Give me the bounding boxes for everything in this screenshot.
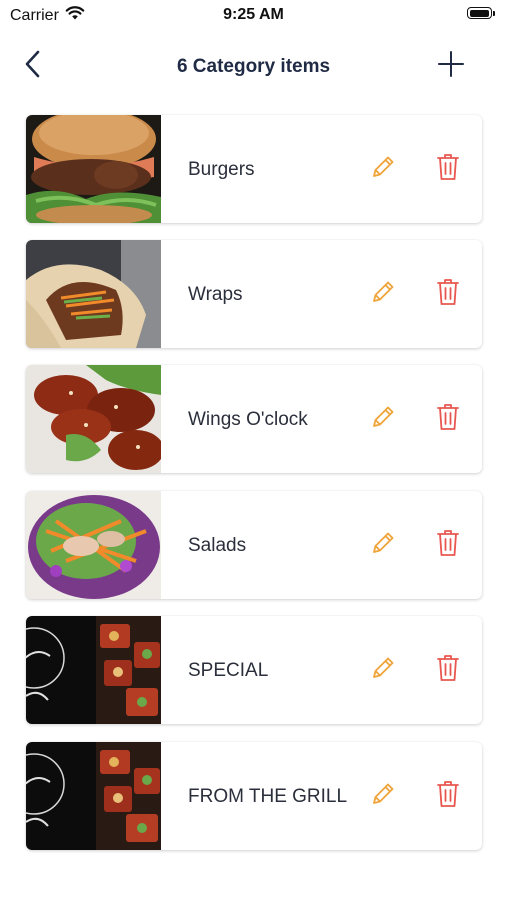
special-photo bbox=[26, 616, 161, 724]
status-bar: Carrier 9:25 AM bbox=[0, 0, 507, 32]
pencil-icon bbox=[370, 530, 396, 561]
status-time: 9:25 AM bbox=[223, 6, 284, 23]
edit-button[interactable] bbox=[368, 529, 398, 561]
wings-photo bbox=[26, 365, 161, 473]
pencil-icon bbox=[370, 655, 396, 686]
burger-photo bbox=[26, 115, 161, 223]
edit-button[interactable] bbox=[368, 403, 398, 435]
navigation-bar: 6 Category items bbox=[0, 40, 507, 92]
category-item[interactable]: Wings O'clock bbox=[26, 365, 482, 473]
delete-button[interactable] bbox=[433, 780, 463, 812]
trash-icon bbox=[436, 780, 460, 813]
edit-button[interactable] bbox=[368, 153, 398, 185]
edit-button[interactable] bbox=[368, 780, 398, 812]
delete-button[interactable] bbox=[433, 529, 463, 561]
plus-icon bbox=[438, 50, 464, 82]
trash-icon bbox=[436, 654, 460, 687]
category-label: FROM THE GRILL bbox=[188, 785, 348, 807]
category-label: Wings O'clock bbox=[188, 408, 308, 430]
category-item[interactable]: Salads bbox=[26, 491, 482, 599]
delete-button[interactable] bbox=[433, 278, 463, 310]
category-label: Burgers bbox=[188, 158, 255, 180]
add-category-button[interactable] bbox=[435, 50, 467, 82]
trash-icon bbox=[436, 278, 460, 311]
pencil-icon bbox=[370, 404, 396, 435]
category-label: Salads bbox=[188, 534, 247, 556]
edit-button[interactable] bbox=[368, 654, 398, 686]
delete-button[interactable] bbox=[433, 654, 463, 686]
page-title: 6 Category items bbox=[176, 56, 331, 77]
category-item[interactable]: SPECIAL bbox=[26, 616, 482, 724]
wrap-photo bbox=[26, 240, 161, 348]
pencil-icon bbox=[370, 279, 396, 310]
category-item[interactable]: Wraps bbox=[26, 240, 482, 348]
pencil-icon bbox=[370, 154, 396, 185]
battery-icon bbox=[467, 7, 497, 21]
edit-button[interactable] bbox=[368, 278, 398, 310]
category-label: SPECIAL bbox=[188, 659, 269, 681]
grill-photo bbox=[26, 742, 161, 850]
category-item[interactable]: FROM THE GRILL bbox=[26, 742, 482, 850]
trash-icon bbox=[436, 153, 460, 186]
category-label: Wraps bbox=[188, 283, 243, 305]
pencil-icon bbox=[370, 781, 396, 812]
delete-button[interactable] bbox=[433, 153, 463, 185]
salad-photo bbox=[26, 491, 161, 599]
trash-icon bbox=[436, 529, 460, 562]
trash-icon bbox=[436, 403, 460, 436]
category-item[interactable]: Burgers bbox=[26, 115, 482, 223]
delete-button[interactable] bbox=[433, 403, 463, 435]
